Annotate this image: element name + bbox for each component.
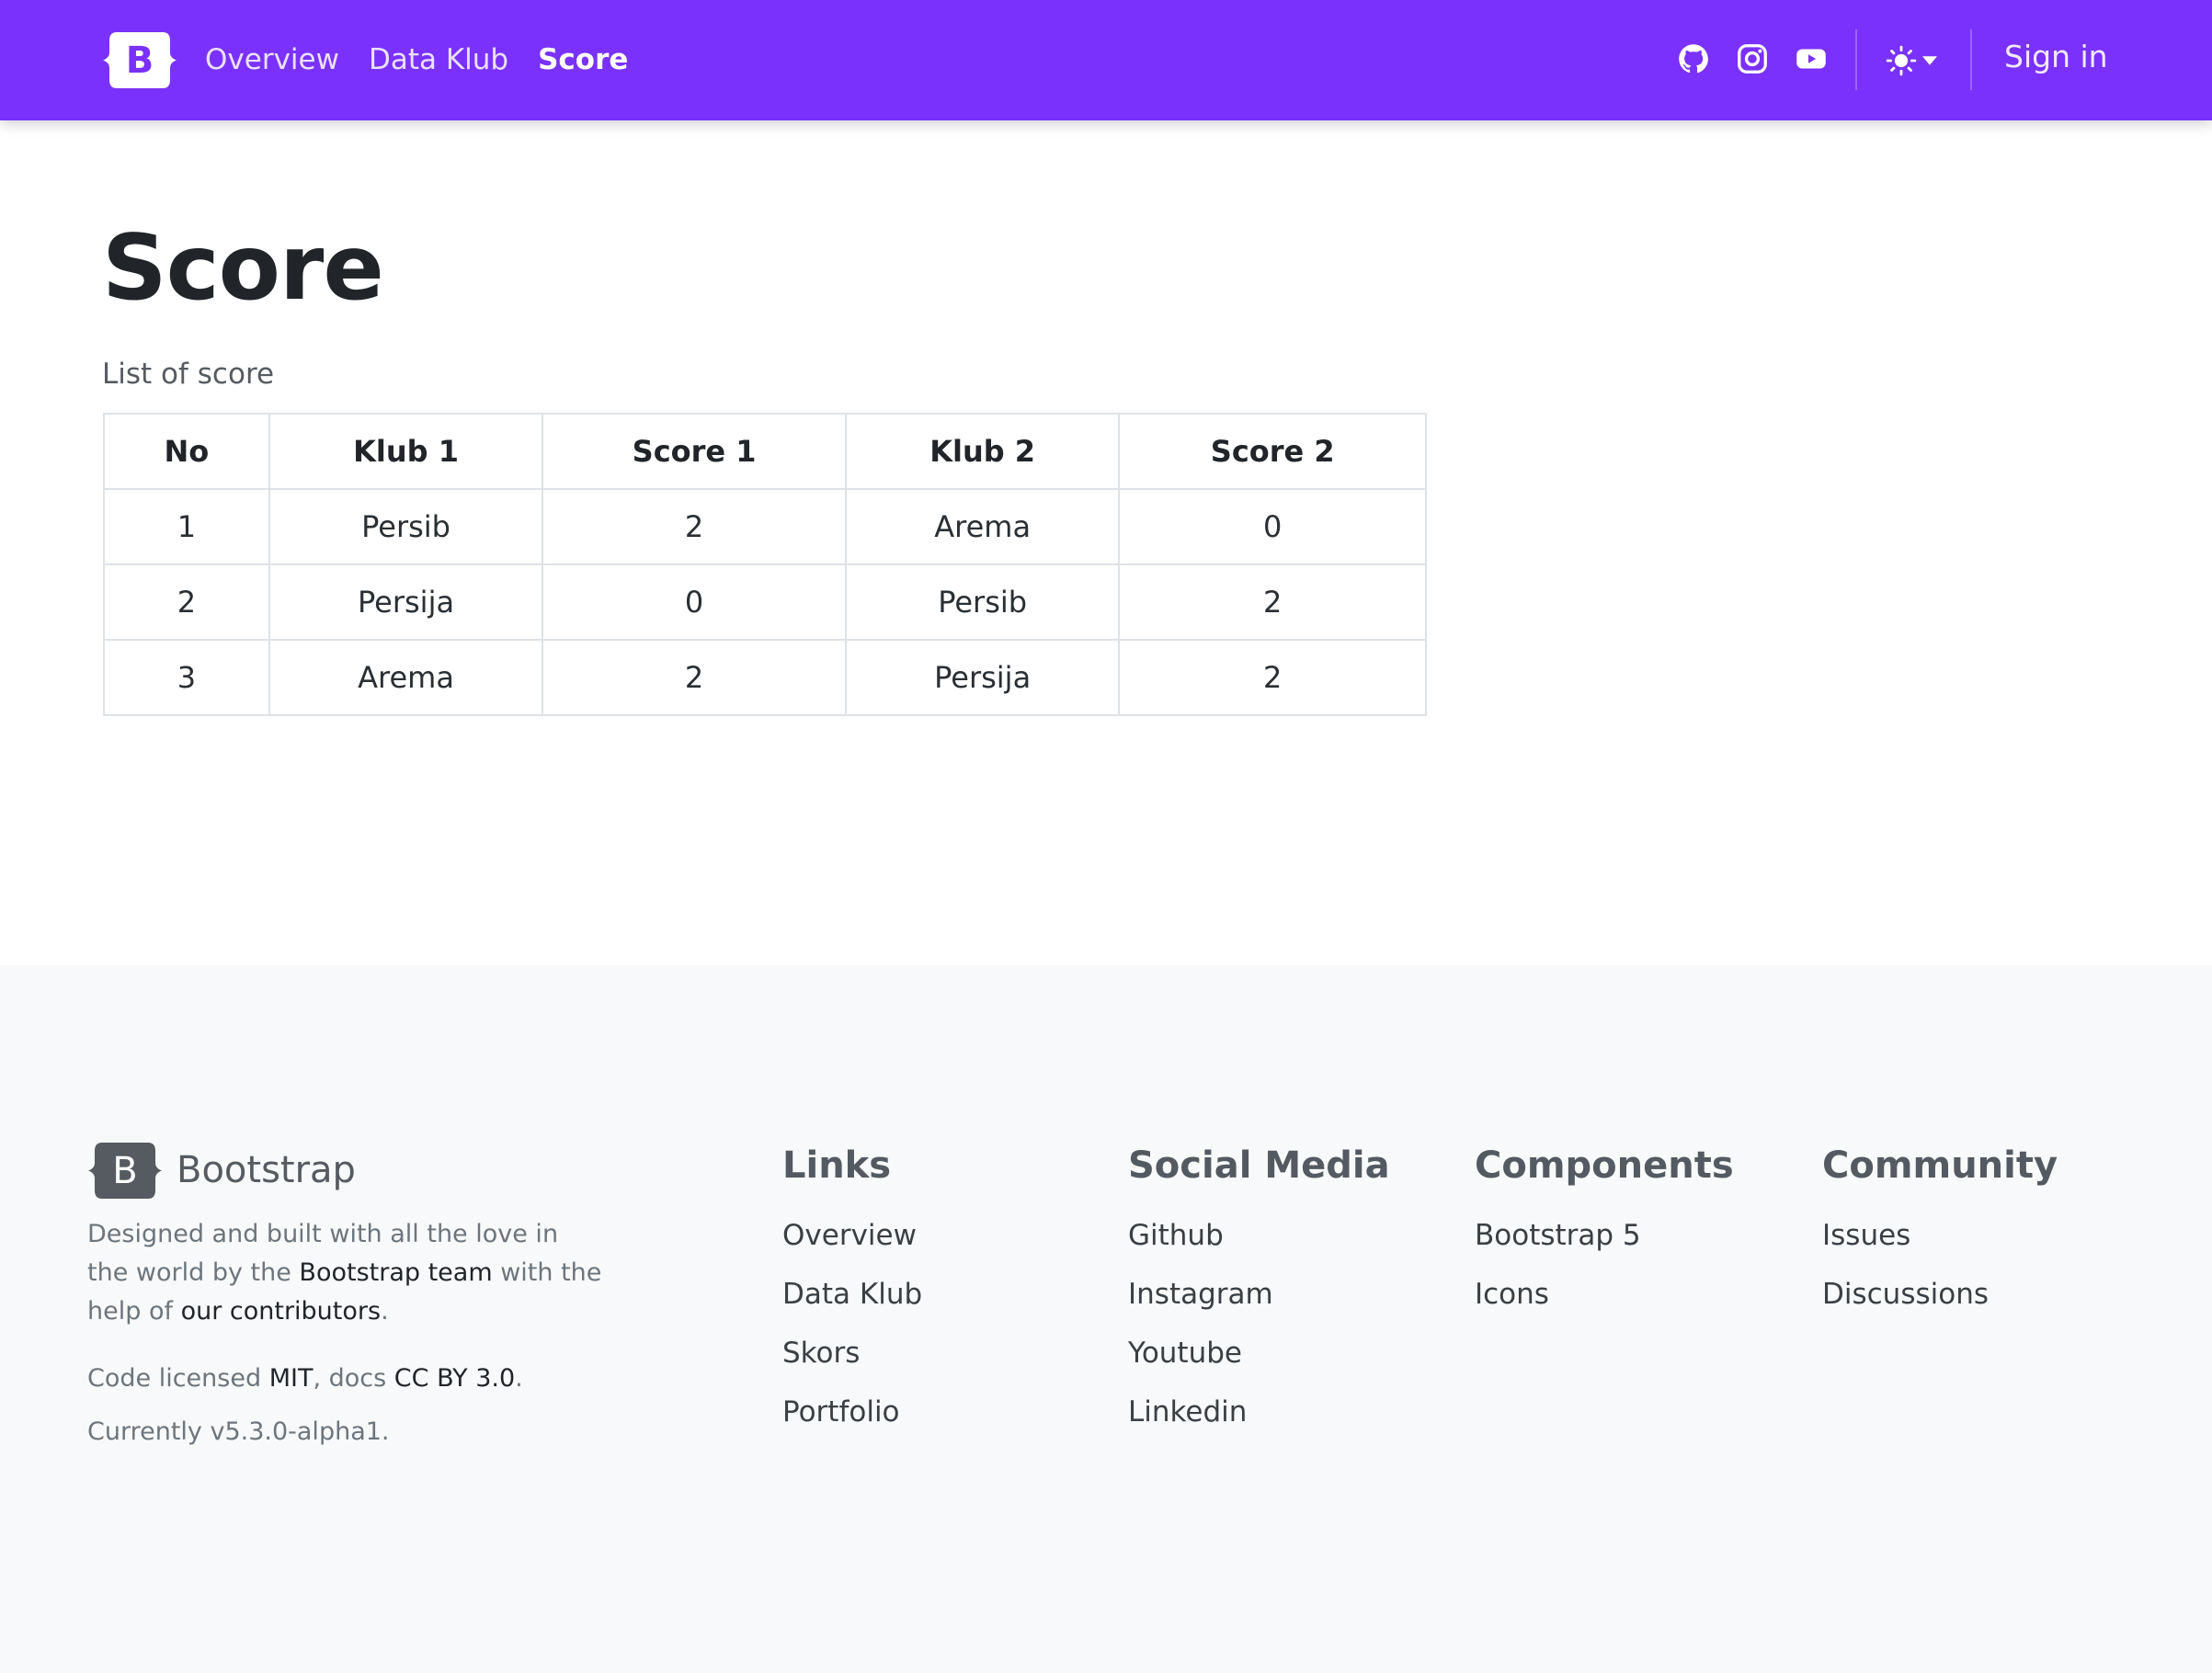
table-row: 3 Arema 2 Persija 2 — [103, 639, 1427, 716]
column-header-klub-1: Klub 1 — [268, 413, 544, 490]
footer-link-linkedin[interactable]: Linkedin — [1128, 1395, 1247, 1428]
footer-link-skors[interactable]: Skors — [782, 1337, 860, 1370]
footer-description: Designed and built with all the love in … — [87, 1215, 602, 1331]
table-cell: 0 — [542, 563, 847, 641]
footer-link-youtube[interactable]: Youtube — [1128, 1337, 1242, 1370]
nav-divider — [1855, 29, 1857, 90]
bootstrap-team-link[interactable]: Bootstrap team — [299, 1258, 492, 1287]
nav-divider — [1970, 29, 1972, 90]
github-link[interactable] — [1675, 40, 1712, 77]
footer-link-github[interactable]: Github — [1128, 1219, 1224, 1252]
table-cell: Arema — [268, 639, 544, 716]
table-cell: 2 — [542, 488, 847, 565]
nav-link-overview[interactable]: Overview — [205, 43, 339, 76]
table-cell: 2 — [103, 563, 270, 641]
bootstrap-logo-icon: B — [88, 1142, 162, 1199]
svg-text:B: B — [112, 1150, 137, 1192]
brand-logo[interactable]: B — [102, 30, 177, 90]
footer-license-text: , docs — [313, 1364, 394, 1393]
column-header-klub-2: Klub 2 — [844, 413, 1121, 490]
table-cell: 2 — [1118, 563, 1427, 641]
footer-column-title: Social Media — [1128, 1144, 1390, 1187]
footer-column-links: Links Overview Data Klub Skors Portfolio — [782, 1140, 922, 1441]
footer-version: Currently v5.3.0-alpha1. — [87, 1417, 390, 1446]
footer-brand-name: Bootstrap — [177, 1149, 356, 1191]
table-header-row: No Klub 1 Score 1 Klub 2 Score 2 — [103, 413, 1427, 490]
cc-license-link[interactable]: CC BY 3.0 — [394, 1364, 515, 1393]
footer-link-instagram[interactable]: Instagram — [1128, 1278, 1273, 1311]
footer-link-data-klub[interactable]: Data Klub — [782, 1278, 922, 1311]
instagram-icon — [1738, 44, 1767, 74]
footer-license-text: Code licensed — [87, 1364, 269, 1393]
column-header-no: No — [103, 413, 270, 490]
nav-link-data-klub[interactable]: Data Klub — [369, 43, 508, 76]
footer-column-community: Community Issues Discussions — [1822, 1140, 2058, 1324]
table-cell: Persija — [844, 639, 1121, 716]
sun-icon — [1886, 45, 1917, 76]
table-cell: Persib — [268, 488, 544, 565]
table-cell: Arema — [844, 488, 1121, 565]
caret-down-icon — [1922, 56, 1937, 65]
footer-column-title: Components — [1475, 1144, 1734, 1187]
youtube-icon — [1796, 49, 1826, 69]
footer-link-bootstrap-5[interactable]: Bootstrap 5 — [1475, 1219, 1641, 1252]
nav-link-score[interactable]: Score — [538, 43, 628, 76]
footer-column-components: Components Bootstrap 5 Icons — [1475, 1140, 1734, 1324]
footer-link-portfolio[interactable]: Portfolio — [782, 1395, 900, 1428]
page-title: Score — [102, 216, 384, 321]
table-cell: 0 — [1118, 488, 1427, 565]
table-cell: 2 — [542, 639, 847, 716]
sign-in-link[interactable]: Sign in — [2004, 39, 2108, 74]
table-row: 1 Persib 2 Arema 0 — [103, 488, 1427, 565]
mit-license-link[interactable]: MIT — [269, 1364, 314, 1393]
theme-toggle-button[interactable] — [1886, 42, 1937, 79]
column-header-score-2: Score 2 — [1118, 413, 1427, 490]
table-row: 2 Persija 0 Persib 2 — [103, 563, 1427, 641]
footer-column-social-media: Social Media Github Instagram Youtube Li… — [1128, 1140, 1390, 1441]
table-cell: Persib — [844, 563, 1121, 641]
table-cell: Persija — [268, 563, 544, 641]
table-cell: 3 — [103, 639, 270, 716]
svg-text:B: B — [126, 40, 154, 82]
footer-license: Code licensed MIT, docs CC BY 3.0. — [87, 1364, 523, 1393]
footer-link-icons[interactable]: Icons — [1475, 1278, 1549, 1311]
footer-license-text: . — [515, 1364, 523, 1393]
table-cell: 1 — [103, 488, 270, 565]
footer-desc-text: . — [381, 1297, 389, 1326]
github-icon — [1679, 44, 1708, 74]
bootstrap-logo-icon: B — [103, 32, 177, 88]
footer-link-discussions[interactable]: Discussions — [1822, 1278, 1989, 1311]
footer-link-overview[interactable]: Overview — [782, 1219, 917, 1252]
instagram-link[interactable] — [1734, 40, 1771, 77]
footer-brand[interactable]: B Bootstrap — [87, 1140, 356, 1201]
footer-column-title: Community — [1822, 1144, 2058, 1187]
footer-link-issues[interactable]: Issues — [1822, 1219, 1910, 1252]
footer: B Bootstrap Designed and built with all … — [0, 965, 2212, 1673]
navbar: B Overview Data Klub Score Sign in — [0, 0, 2212, 120]
score-table: No Klub 1 Score 1 Klub 2 Score 2 1 Persi… — [103, 413, 1427, 716]
page-subtitle: List of score — [102, 358, 275, 391]
nav-links: Overview Data Klub Score — [205, 37, 657, 83]
footer-column-title: Links — [782, 1144, 892, 1187]
table-cell: 2 — [1118, 639, 1427, 716]
contributors-link[interactable]: our contributors — [181, 1297, 382, 1326]
column-header-score-1: Score 1 — [542, 413, 847, 490]
youtube-link[interactable] — [1793, 40, 1830, 77]
